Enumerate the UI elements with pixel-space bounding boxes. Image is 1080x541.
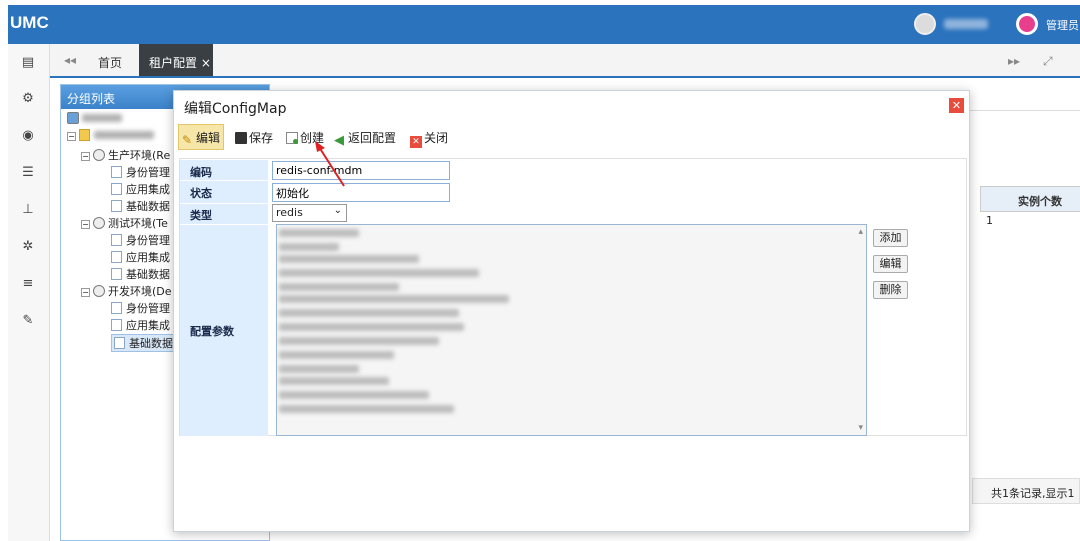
close-icon: ✕ [410,136,422,148]
back-label: 返回配置 [348,131,397,145]
config-params-textarea[interactable]: ▴ ▾ [276,224,867,436]
sitemap-icon[interactable]: ⊥ [18,201,38,219]
tree-env-dev[interactable]: − 开发环境(De [81,283,172,299]
tree-leaf[interactable]: 应用集成 [111,317,170,333]
add-button[interactable]: 添加 [873,229,908,247]
tab-scroll-right[interactable]: ▸▸ [1008,54,1020,68]
code-input[interactable] [272,161,450,180]
create-label: 创建 [300,131,325,145]
wrench-icon[interactable]: ✎ [18,312,38,330]
dialog-title: 编辑ConfigMap [184,101,287,117]
close-button[interactable]: ✕ 关闭 [410,129,448,148]
env-icon [93,217,105,229]
scroll-down-icon[interactable]: ▾ [858,423,863,433]
tree-leaf[interactable]: 基础数据 [111,266,170,282]
doc-icon [111,251,122,263]
status-input[interactable] [272,183,450,202]
left-icon-nav: ▤ ⚙ ◉ ☰ ⊥ ✲ ≡ ✎ [8,44,50,541]
doc-icon [114,337,125,349]
tree-env-test[interactable]: − 测试环境(Te [81,215,168,231]
doc-icon [111,200,122,212]
tree-leaf[interactable]: 身份管理 [111,300,170,316]
menu-icon[interactable]: ≡ [18,275,38,293]
tree-leaf-label: 应用集成 [126,319,170,332]
tree-leaf[interactable]: 基础数据 [111,198,170,214]
tree-leaf-label: 身份管理 [126,234,170,247]
tab-home[interactable]: 首页 [98,54,122,71]
save-label: 保存 [249,131,274,145]
env-icon [93,149,105,161]
floppy-icon [235,132,247,144]
tree-leaf[interactable]: 应用集成 [111,249,170,265]
tree-root-user[interactable] [67,112,122,125]
admin-label[interactable]: 管理员 [1046,17,1080,33]
env-icon [93,285,105,297]
type-select-value: redis [276,206,303,219]
tree-env-prod[interactable]: − 生产环境(Re [81,147,170,163]
tree-env-label: 测试环境(Te [108,217,168,230]
back-to-config-button[interactable]: ◀ 返回配置 [334,129,396,147]
list-icon[interactable]: ☰ [18,164,38,182]
scroll-up-icon[interactable]: ▴ [858,227,863,237]
create-button[interactable]: 创建 [286,129,324,146]
edit-button[interactable]: ✎ 编辑 [178,124,225,150]
close-icon[interactable]: ✕ [949,98,964,113]
config-params-label: 配置参数 [180,225,268,436]
location-pin-icon[interactable] [1016,13,1038,35]
tree-leaf-label: 基础数据 [126,268,170,281]
doc-icon [111,268,122,280]
doc-icon [111,302,122,314]
user-name[interactable] [944,19,988,29]
column-instance-count[interactable]: 实例个数 [1018,193,1062,209]
tree-leaf[interactable]: 身份管理 [111,164,170,180]
doc-icon [111,234,122,246]
tree-leaf-label: 基础数据 [126,200,170,213]
status-label: 状态 [180,181,268,203]
pagination-info: 共1条记录,显示1 [972,478,1080,504]
app-logo: UMC [10,13,49,32]
gears-icon[interactable]: ⚙ [18,90,38,108]
tree-leaf-label: 基础数据 [129,337,173,350]
type-select[interactable]: redis ⌄ [272,204,347,222]
tree-env-label: 开发环境(De [108,285,172,298]
doc-icon [111,183,122,195]
user-node-icon [67,112,79,124]
tree-root-folder[interactable]: − [67,129,154,142]
edit-param-button[interactable]: 编辑 [873,255,908,273]
folder-icon [79,129,90,141]
chevron-down-icon: ⌄ [333,205,342,216]
tab-scroll-left[interactable]: ◂◂ [64,53,76,67]
gear-icon[interactable]: ✲ [18,238,38,256]
tree-leaf-label: 身份管理 [126,166,170,179]
tree-leaf-label: 身份管理 [126,302,170,315]
pencil-icon: ✎ [182,133,193,147]
code-label: 编码 [180,160,268,180]
new-doc-icon [286,132,298,144]
top-bar: UMC 管理员 [8,5,1080,44]
user-avatar-icon[interactable] [914,13,936,35]
save-button[interactable]: 保存 [235,129,273,146]
table-cell: 1 [986,214,993,227]
eye-icon[interactable]: ◉ [18,127,38,145]
id-card-icon[interactable]: ▤ [18,54,38,72]
configmap-form: 编码 状态 类型 redis ⌄ 配置参数 ▴ ▾ 添加 [179,158,967,436]
tree-leaf-label: 应用集成 [126,183,170,196]
fullscreen-icon[interactable]: ⤢ [1043,54,1053,69]
edit-label: 编辑 [196,131,221,145]
back-arrow-icon: ◀ [334,133,344,148]
type-label: 类型 [180,204,268,224]
tree-leaf-selected[interactable]: 基础数据 [111,334,176,352]
doc-icon [111,319,122,331]
tree-leaf[interactable]: 应用集成 [111,181,170,197]
tree-leaf[interactable]: 身份管理 [111,232,170,248]
close-label: 关闭 [424,131,449,145]
delete-button[interactable]: 删除 [873,281,908,299]
edit-configmap-dialog: 编辑ConfigMap ✕ ✎编辑 保存 创建 ◀返回配置 ✕关闭 编码 状态 … [173,90,970,532]
tab-tenant-config[interactable]: 租户配置 × [139,44,213,76]
background-toolbar [970,89,1080,111]
tab-bar: ◂◂ 首页 租户配置 × ▸▸ ⤢ [50,44,1080,78]
tree-env-label: 生产环境(Re [108,149,171,162]
doc-icon [111,166,122,178]
tree-leaf-label: 应用集成 [126,251,170,264]
